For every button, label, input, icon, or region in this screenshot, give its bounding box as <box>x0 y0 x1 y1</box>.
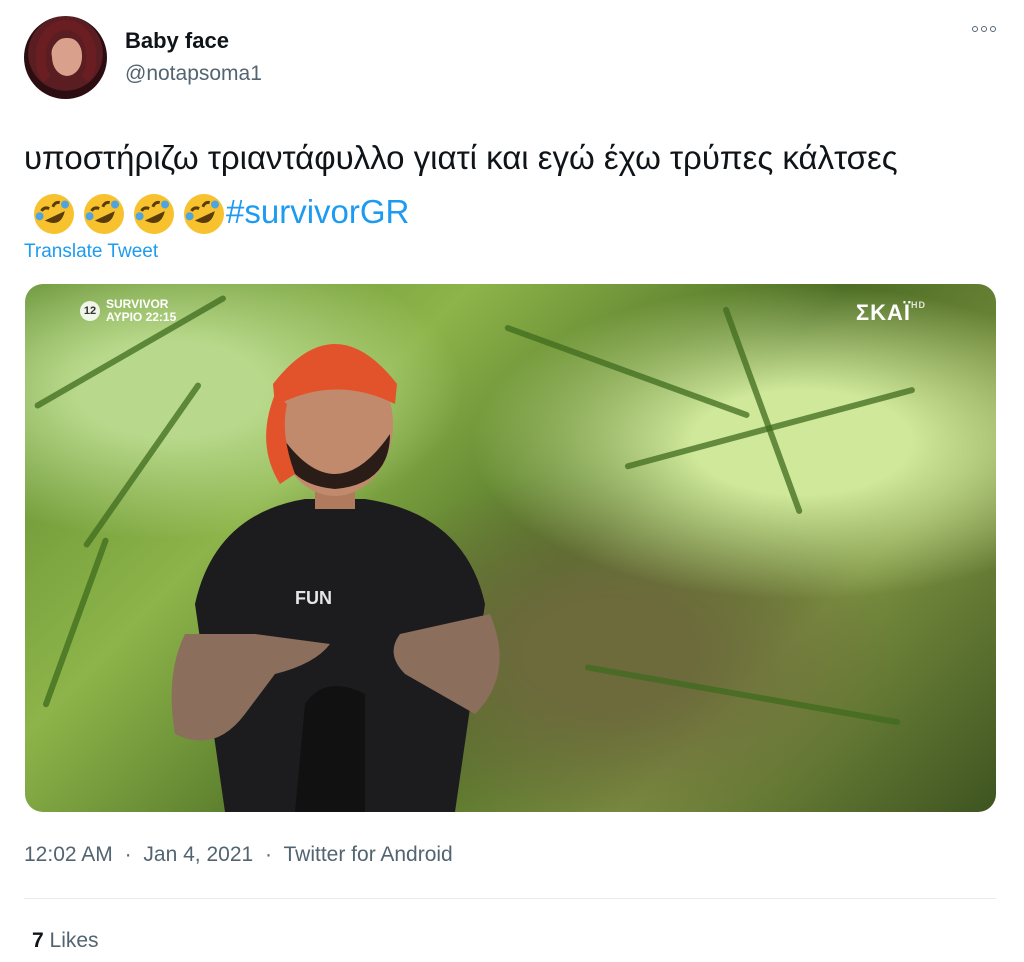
rofl-emoji-icon <box>182 192 226 236</box>
avatar[interactable] <box>24 16 107 99</box>
hashtag-link[interactable]: #survivorGR <box>226 193 409 230</box>
rofl-emoji-icon <box>82 192 126 236</box>
divider <box>24 898 996 899</box>
tweet-date[interactable]: Jan 4, 2021 <box>143 843 253 866</box>
likes-count: 7 <box>32 929 44 952</box>
display-name[interactable]: Baby face <box>125 28 229 54</box>
likes-label: Likes <box>49 929 99 952</box>
tweet-text: υποστήριζω τριαντάφυλλο γιατί και εγώ έχ… <box>24 131 984 239</box>
shirt-text: FUN <box>295 588 332 608</box>
likes-count-link[interactable]: 7 Likes <box>32 929 99 953</box>
emoji-row <box>32 192 226 236</box>
overlay-show-name: SURVIVOR <box>106 297 169 311</box>
meta-separator: · <box>265 843 273 866</box>
tweet-image[interactable]: 12 SURVIVOR ΑΥΡΙΟ 22:15 ΣΚΑΪHD FUN <box>25 284 996 812</box>
tweet-time[interactable]: 12:02 AM <box>24 843 113 866</box>
person-figure: FUN <box>171 344 500 812</box>
channel-logo: ΣΚΑΪHD <box>855 300 926 325</box>
translate-tweet-link[interactable]: Translate Tweet <box>24 241 158 263</box>
channel-number-badge: 12 <box>80 301 100 321</box>
meta-separator: · <box>124 843 132 866</box>
more-options-icon[interactable] <box>972 26 996 32</box>
rofl-emoji-icon <box>132 192 176 236</box>
tweet-meta: 12:02 AM · Jan 4, 2021 · Twitter for And… <box>24 843 453 867</box>
rofl-emoji-icon <box>32 192 76 236</box>
tweet-source[interactable]: Twitter for Android <box>284 843 453 866</box>
user-handle[interactable]: @notapsoma1 <box>125 62 262 86</box>
tweet-body: υποστήριζω τριαντάφυλλο γιατί και εγώ έχ… <box>24 139 898 176</box>
avatar-face <box>52 38 82 76</box>
